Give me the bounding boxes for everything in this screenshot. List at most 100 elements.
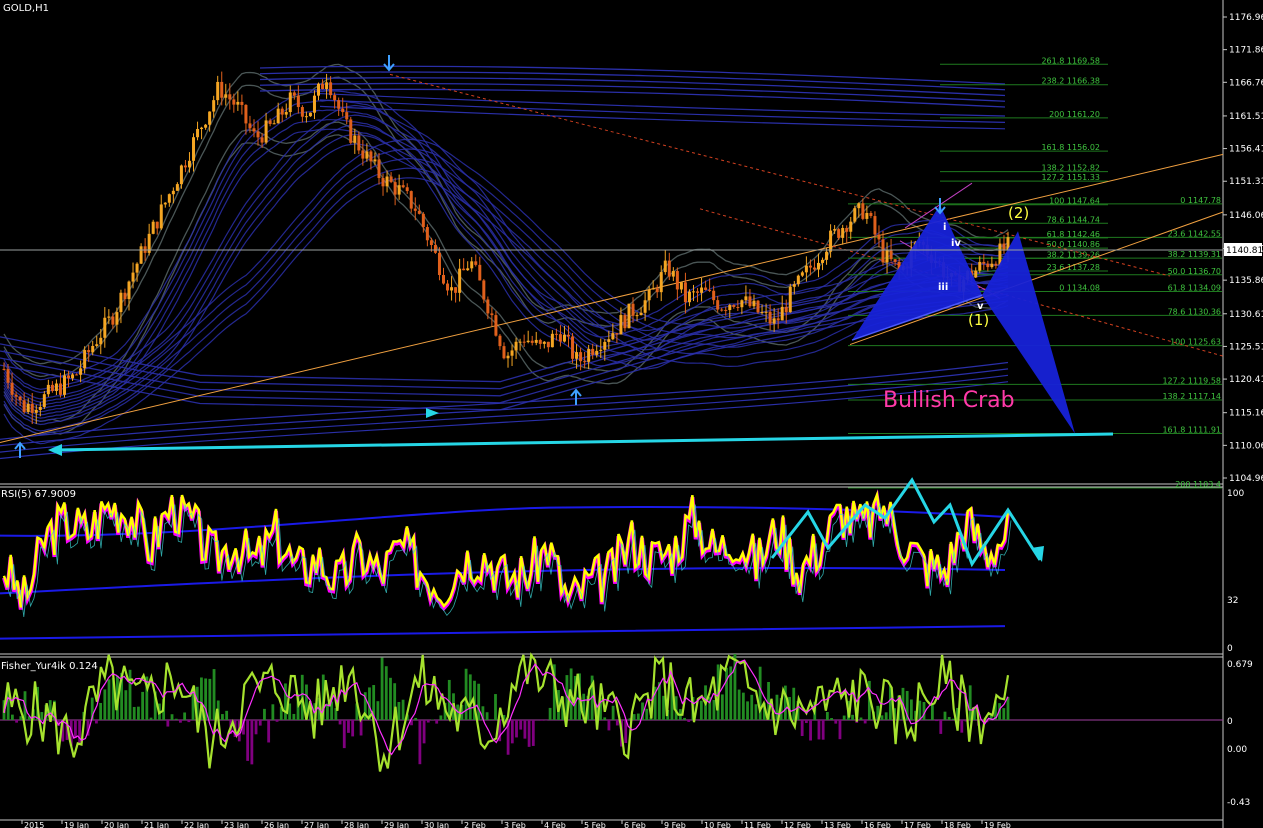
- fib-level-label: 50.0 1136.70: [1168, 267, 1221, 276]
- candle-body: [2, 368, 6, 370]
- candle-body: [288, 92, 292, 113]
- candle-body: [442, 274, 446, 284]
- fib-level-label: 161.8 1111.91: [1162, 426, 1221, 435]
- candle-body: [308, 112, 312, 117]
- candle-body: [724, 309, 728, 311]
- candle-body: [667, 260, 671, 277]
- fib-level-label: 138.2 1152.82: [1041, 164, 1100, 173]
- candle-body: [845, 227, 849, 232]
- fib-level-label: 61.8 1134.09: [1168, 283, 1221, 292]
- candle-body: [530, 340, 534, 343]
- chart-canvas[interactable]: 261.8 1169.58 238.2 1166.38 200 1161.20 161…: [0, 0, 1263, 828]
- candle-body: [284, 112, 288, 115]
- fisher-histogram-bar: [960, 720, 964, 733]
- fisher-histogram-bar: [439, 715, 443, 720]
- candle-body: [744, 296, 748, 301]
- price-tick-label: 1120.41: [1229, 375, 1263, 385]
- candle-body: [300, 107, 304, 117]
- fisher-histogram-bar: [435, 720, 439, 724]
- wave-label-i: i: [943, 222, 946, 233]
- symbol-title: GOLD,H1: [3, 3, 49, 14]
- fisher-histogram-bar: [918, 700, 922, 720]
- time-tick-label: 16 Feb: [864, 821, 891, 828]
- candle-body: [780, 306, 784, 321]
- fib-level-label: 78.6 1144.74: [1047, 215, 1100, 224]
- candle-body: [317, 83, 321, 96]
- candle-body: [482, 280, 486, 300]
- fisher-histogram-bar: [830, 718, 833, 720]
- fisher-histogram-bar: [11, 714, 14, 720]
- time-tick-label: 2015: [24, 821, 44, 828]
- candle-body: [135, 263, 139, 273]
- candle-body: [75, 374, 79, 376]
- candle-body: [558, 334, 562, 342]
- price-tick-label: 1171.86: [1229, 46, 1263, 56]
- candle-body: [829, 230, 833, 252]
- candle-body: [385, 176, 389, 187]
- candle-body: [437, 252, 441, 275]
- candle-body: [704, 287, 708, 290]
- fisher-histogram-bar: [15, 720, 19, 723]
- fisher-histogram-bar: [477, 683, 481, 720]
- fisher-histogram-bar: [258, 720, 262, 726]
- time-tick-label: 27 Jan: [304, 821, 329, 828]
- candle-body: [659, 272, 663, 293]
- time-tick-label: 26 Jan: [264, 821, 289, 828]
- candle-body: [155, 221, 159, 229]
- candle-body: [607, 339, 611, 342]
- candle-body: [478, 264, 482, 281]
- candle-body: [784, 306, 788, 313]
- fisher-histogram-bar: [683, 717, 686, 720]
- candle-body: [595, 350, 599, 355]
- wave-label-v: v: [977, 301, 984, 312]
- candle-body: [38, 406, 42, 410]
- candle-body: [708, 289, 712, 291]
- fisher-histogram-bar: [842, 715, 846, 720]
- fib-level-label: 127.2 1119.58: [1162, 376, 1221, 385]
- candle-body: [107, 316, 111, 318]
- candle-body: [365, 151, 369, 159]
- candle-body: [498, 335, 502, 347]
- fisher-histogram-bar: [380, 657, 384, 720]
- candle-body: [179, 165, 183, 185]
- rsi-tick-0: 0: [1227, 644, 1233, 654]
- candle-body: [175, 184, 179, 191]
- fisher-histogram-bar: [246, 720, 250, 761]
- candle-body: [546, 341, 550, 348]
- candle-body: [26, 403, 30, 412]
- candle-body: [373, 159, 377, 162]
- candle-body: [768, 311, 772, 324]
- candle-body: [200, 127, 204, 130]
- fisher-histogram-bar: [149, 717, 153, 720]
- candle-body: [494, 315, 498, 336]
- candle-body: [748, 296, 752, 307]
- price-tick-label: 1146.06: [1229, 211, 1263, 221]
- time-tick-label: 5 Feb: [584, 821, 606, 828]
- fisher-histogram-bar: [548, 707, 552, 720]
- fisher-histogram-bar: [741, 692, 745, 720]
- candle-body: [655, 288, 659, 293]
- fisher-histogram-bar: [863, 720, 867, 724]
- candle-body: [236, 101, 240, 105]
- fib-level-label: 161.8 1156.02: [1041, 143, 1100, 152]
- candle-body: [87, 350, 91, 353]
- fisher-histogram-bar: [95, 720, 98, 724]
- candle-body: [466, 268, 470, 271]
- candle-body: [54, 383, 58, 391]
- fisher-histogram-bar: [645, 708, 649, 720]
- fisher-histogram-bar: [132, 706, 136, 720]
- fisher-histogram-bar: [804, 720, 808, 724]
- price-tick-label: 1110.06: [1229, 441, 1263, 451]
- candle-body: [220, 81, 224, 98]
- candle-body: [312, 95, 316, 113]
- candle-body: [369, 151, 373, 162]
- candle-body: [280, 108, 284, 115]
- candle-body: [159, 204, 163, 229]
- fisher-histogram-bar: [401, 699, 405, 720]
- fisher-histogram-bar: [926, 719, 930, 720]
- fisher-histogram-bar: [212, 669, 216, 720]
- candle-body: [760, 312, 764, 314]
- candle-body: [329, 82, 333, 96]
- fib-level-label: 78.6 1130.36: [1168, 307, 1221, 316]
- fisher-histogram-bar: [107, 679, 111, 720]
